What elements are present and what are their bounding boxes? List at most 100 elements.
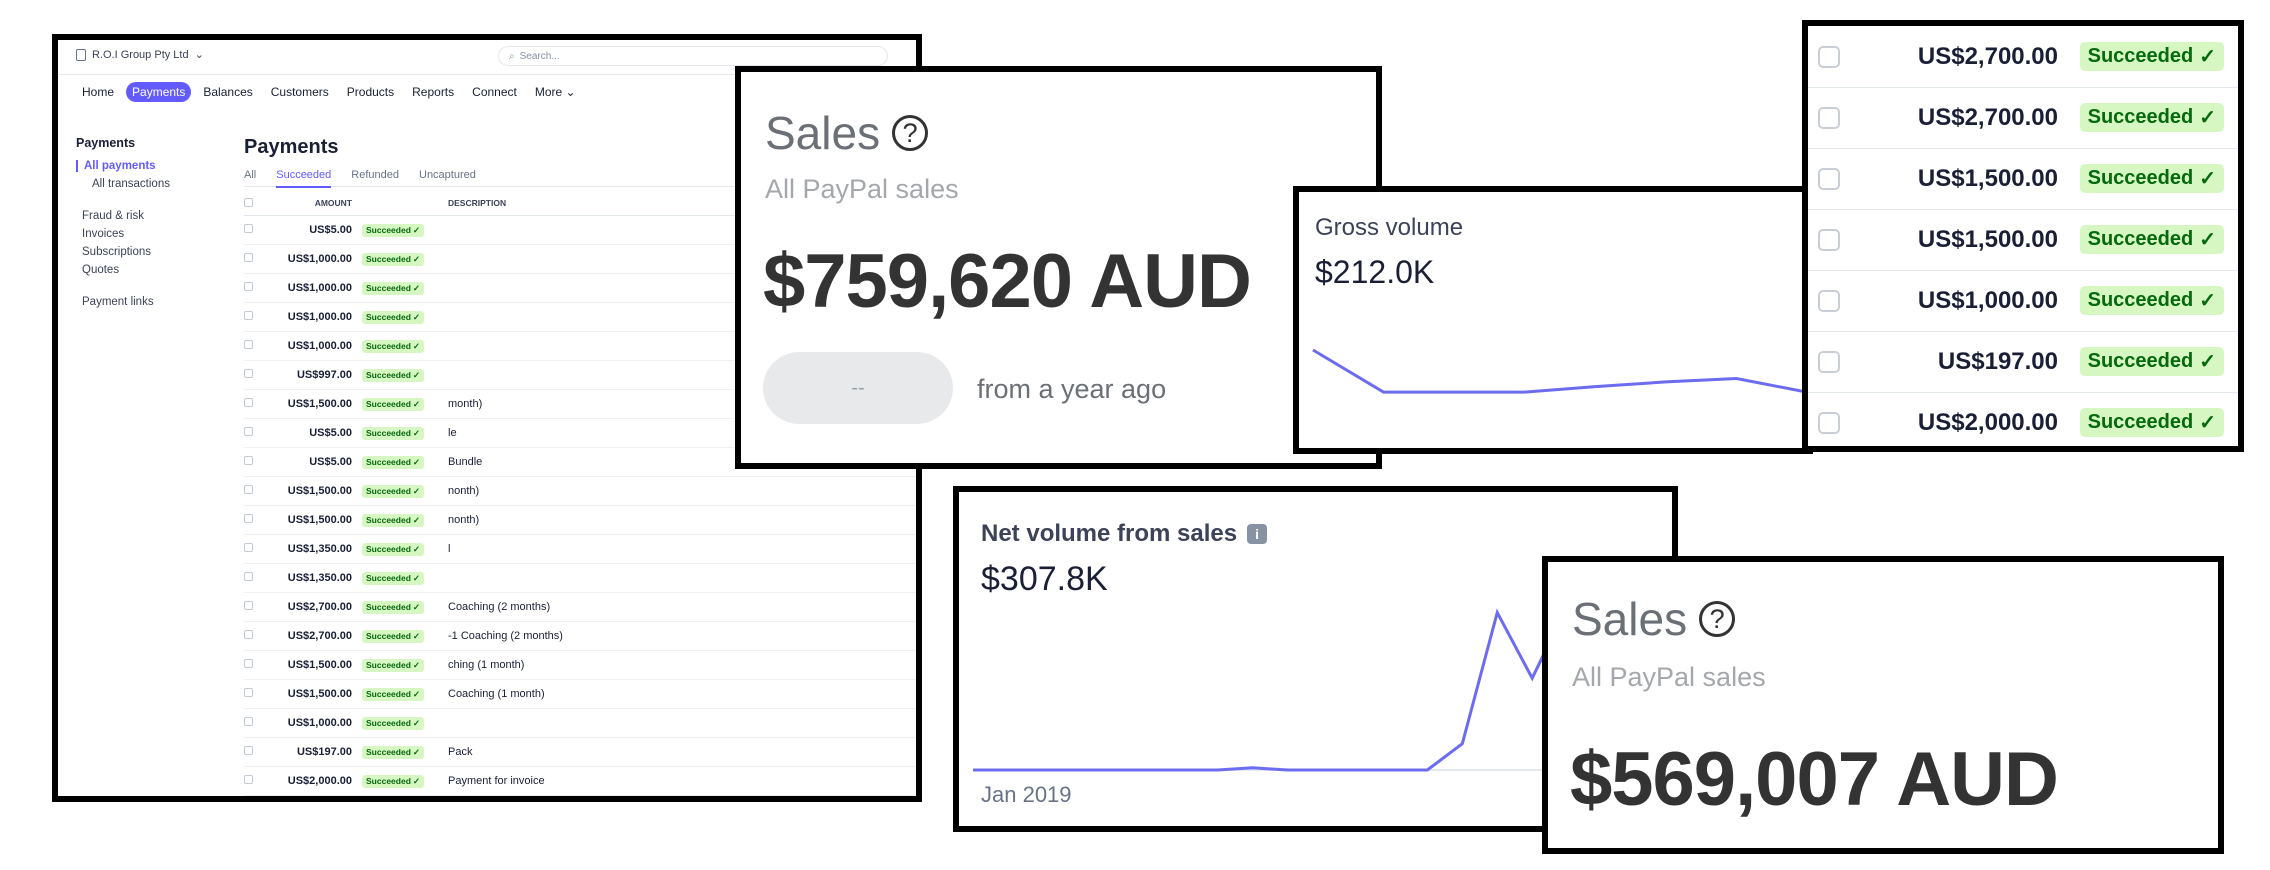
search-input[interactable]: ⌕ Search... <box>498 46 888 66</box>
tab-succeeded[interactable]: Succeeded <box>276 169 332 188</box>
row-checkbox[interactable] <box>1818 167 1840 190</box>
nav-payments[interactable]: Payments <box>126 82 192 102</box>
row-checkbox[interactable] <box>244 340 253 349</box>
row-amount: US$1,500.00 <box>287 659 352 671</box>
tab-all[interactable]: All <box>244 169 256 181</box>
sidebar-item-all-payments[interactable]: All payments <box>76 160 226 172</box>
list-item[interactable]: US$2,000.00 Succeeded ✓ <box>1808 392 2238 446</box>
row-amount: US$197.00 <box>296 746 352 758</box>
help-icon[interactable]: ? <box>1699 601 1736 637</box>
table-row[interactable]: US$1,000.00 Succeeded ✓ <box>244 709 916 738</box>
status-badge: Succeeded ✓ <box>362 223 425 237</box>
row-checkbox[interactable] <box>244 311 253 320</box>
table-row[interactable]: US$1,350.00 Succeeded ✓ <box>244 564 916 593</box>
list-item[interactable]: US$197.00 Succeeded ✓ <box>1808 331 2238 393</box>
status-badge: Succeeded ✓ <box>2079 408 2224 437</box>
row-amount: US$1,500.00 <box>287 485 352 497</box>
sidebar-item-quotes[interactable]: Quotes <box>76 264 226 276</box>
table-row[interactable]: US$1,500.00 Succeeded ✓ nonth) <box>244 506 916 535</box>
row-checkbox[interactable] <box>244 572 253 581</box>
sidebar-item-payment-links[interactable]: Payment links <box>76 296 226 308</box>
row-checkbox[interactable] <box>244 456 253 465</box>
net-volume-value: $307.8K <box>981 560 1108 598</box>
row-checkbox[interactable] <box>244 630 253 639</box>
status-badge: Succeeded ✓ <box>362 484 425 498</box>
status-label: Succeeded <box>366 341 411 351</box>
sidebar-item-invoices[interactable]: Invoices <box>76 228 226 240</box>
status-label: Succeeded <box>2087 106 2194 128</box>
table-row[interactable]: US$197.00 Succeeded ✓ Pack <box>244 738 916 767</box>
check-icon: ✓ <box>412 717 421 728</box>
row-checkbox[interactable] <box>244 282 253 291</box>
gross-volume-label: Gross volume <box>1315 214 1464 241</box>
nav-customers[interactable]: Customers <box>265 82 335 102</box>
list-item[interactable]: US$2,700.00 Succeeded ✓ <box>1808 87 2238 149</box>
list-item[interactable]: US$1,000.00 Succeeded ✓ <box>1808 270 2238 332</box>
table-row[interactable]: US$1,500.00 Succeeded ✓ nonth) <box>244 477 916 506</box>
account-switcher[interactable]: R.O.I Group Pty Ltd ⌄ <box>76 48 204 61</box>
row-checkbox[interactable] <box>1818 45 1840 68</box>
row-checkbox[interactable] <box>244 224 253 233</box>
column-amount[interactable]: AMOUNT <box>264 198 352 208</box>
row-description: ching (1 month) <box>448 659 525 671</box>
help-icon[interactable]: ? <box>892 115 929 151</box>
net-volume-label: Net volume from sales <box>981 520 1238 547</box>
status-label: Succeeded <box>2087 350 2194 372</box>
nav-home[interactable]: Home <box>76 82 120 102</box>
row-checkbox[interactable] <box>244 775 253 784</box>
row-checkbox[interactable] <box>244 485 253 494</box>
status-label: Succeeded <box>366 428 411 438</box>
list-item[interactable]: US$1,500.00 Succeeded ✓ <box>1808 209 2238 271</box>
list-item[interactable]: US$2,700.00 Succeeded ✓ <box>1808 26 2238 88</box>
row-checkbox[interactable] <box>1818 289 1840 312</box>
tab-refunded[interactable]: Refunded <box>351 169 399 181</box>
row-checkbox[interactable] <box>1818 228 1840 251</box>
row-checkbox[interactable] <box>244 427 253 436</box>
nav-products[interactable]: Products <box>341 82 400 102</box>
sidebar-item-all-transactions[interactable]: All transactions <box>76 178 226 190</box>
row-amount: US$1,500.00 <box>1917 225 2058 253</box>
table-row[interactable]: US$1,500.00 Succeeded ✓ ching (1 month) <box>244 651 916 680</box>
check-icon: ✓ <box>412 224 421 235</box>
comparison-label: from a year ago <box>977 374 1167 404</box>
sidebar-item-fraud-risk[interactable]: Fraud & risk <box>76 210 226 222</box>
sidebar-item-subscriptions[interactable]: Subscriptions <box>76 246 226 258</box>
row-amount: US$197.00 <box>1937 347 2058 375</box>
check-icon: ✓ <box>412 659 421 670</box>
status-badge: Succeeded ✓ <box>362 426 425 440</box>
row-checkbox[interactable] <box>244 717 253 726</box>
table-row[interactable]: US$2,700.00 Succeeded ✓ -1 Coaching (2 mont… <box>244 622 916 651</box>
table-row[interactable]: US$2,700.00 Succeeded ✓ Coaching (2 months) <box>244 593 916 622</box>
row-checkbox[interactable] <box>244 369 253 378</box>
nav-more[interactable]: More ⌄ <box>529 82 582 102</box>
select-all-checkbox[interactable] <box>244 197 253 207</box>
status-label: Succeeded <box>366 399 411 409</box>
table-row[interactable]: US$2,000.00 Succeeded ✓ Payment for invoice <box>244 767 916 796</box>
table-row[interactable]: US$1,500.00 Succeeded ✓ Coaching (1 month) <box>244 680 916 709</box>
row-checkbox[interactable] <box>1818 106 1840 129</box>
check-icon: ✓ <box>2199 107 2216 129</box>
status-label: Succeeded <box>366 370 411 380</box>
row-checkbox[interactable] <box>244 601 253 610</box>
status-label: Succeeded <box>366 660 411 670</box>
main-nav: Home Payments Balances Customers Product… <box>76 82 582 102</box>
row-checkbox[interactable] <box>244 398 253 407</box>
status-badge: Succeeded ✓ <box>362 600 425 614</box>
row-checkbox[interactable] <box>1818 411 1840 434</box>
check-icon: ✓ <box>412 746 421 757</box>
table-row[interactable]: US$1,350.00 Succeeded ✓ l <box>244 535 916 564</box>
info-icon[interactable]: i <box>1247 524 1268 544</box>
row-checkbox[interactable] <box>244 659 253 668</box>
nav-balances[interactable]: Balances <box>197 82 258 102</box>
list-item[interactable]: US$1,500.00 Succeeded ✓ <box>1808 148 2238 210</box>
row-checkbox[interactable] <box>244 746 253 755</box>
row-checkbox[interactable] <box>244 253 253 262</box>
status-label: Succeeded <box>366 631 411 641</box>
row-checkbox[interactable] <box>244 688 253 697</box>
row-checkbox[interactable] <box>1818 350 1840 373</box>
nav-connect[interactable]: Connect <box>466 82 523 102</box>
row-checkbox[interactable] <box>244 543 253 552</box>
row-checkbox[interactable] <box>244 514 253 523</box>
tab-uncaptured[interactable]: Uncaptured <box>419 169 476 181</box>
nav-reports[interactable]: Reports <box>406 82 460 102</box>
